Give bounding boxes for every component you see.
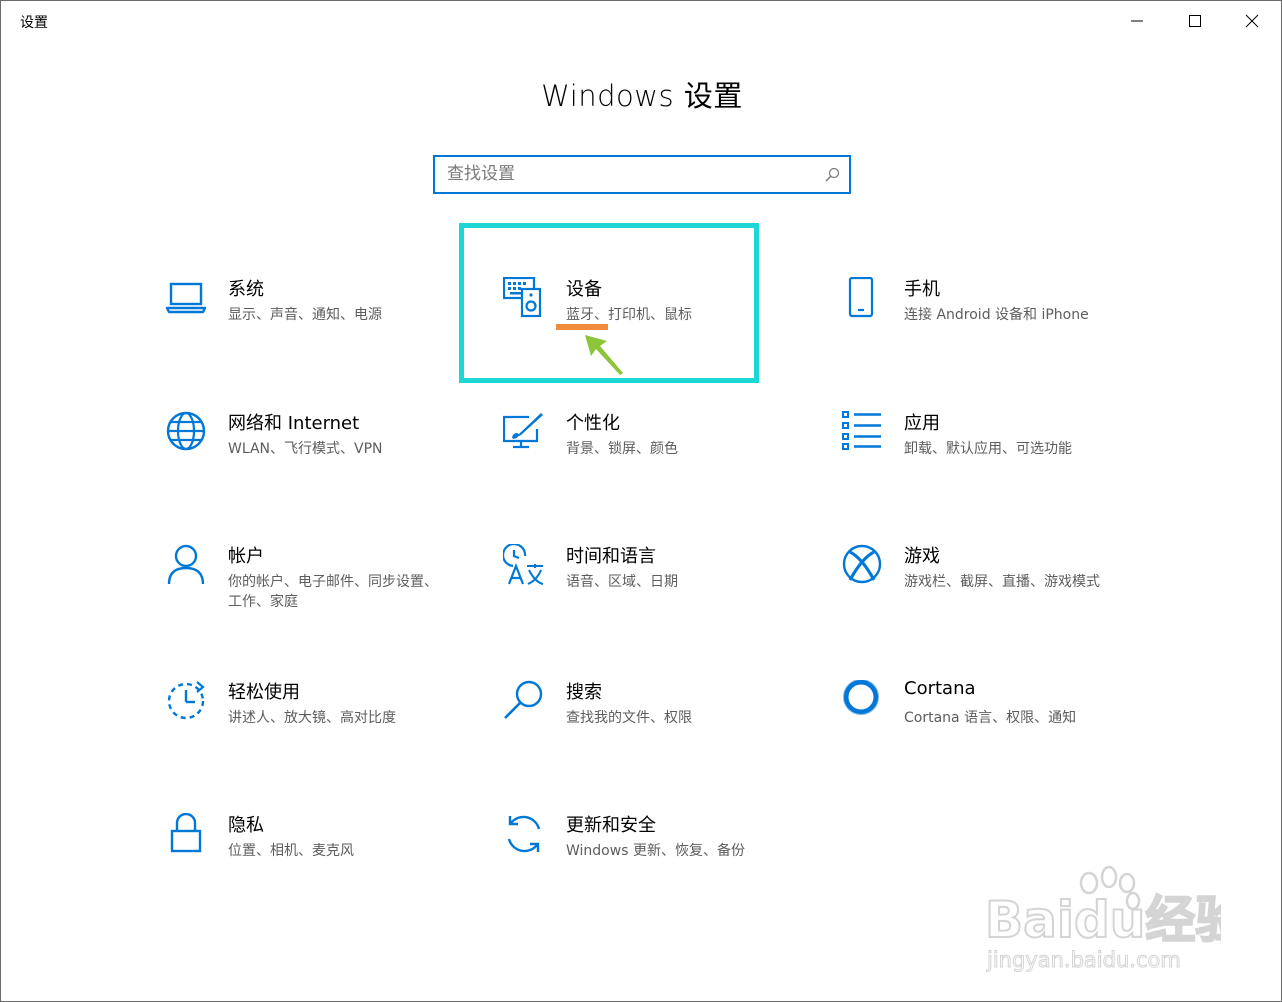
minimize-icon	[1131, 20, 1143, 22]
tile-network[interactable]: 网络和 Internet WLAN、飞行模式、VPN	[165, 411, 465, 511]
tile-description: Cortana 语言、权限、通知	[904, 710, 1077, 726]
tile-update-security[interactable]: 更新和安全 Windows 更新、恢复、备份	[503, 813, 803, 913]
tile-description: 查找我的文件、权限	[566, 710, 692, 726]
search-input[interactable]	[447, 161, 807, 187]
tile-title: 轻松使用	[228, 682, 300, 703]
tile-title: 应用	[904, 413, 940, 434]
laptop-icon	[165, 282, 207, 314]
title-bar[interactable]: 设置	[1, 1, 1281, 43]
tile-time-language[interactable]: 时间和语言 语音、区域、日期	[503, 544, 803, 644]
tile-phone[interactable]: 手机 连接 Android 设备和 iPhone	[841, 277, 1141, 377]
arrow-annotation-icon	[585, 335, 623, 375]
tile-ease-of-access[interactable]: 轻松使用 讲述人、放大镜、高对比度	[165, 680, 465, 780]
tile-description: 显示、声音、通知、电源	[228, 307, 382, 323]
tile-description: Windows 更新、恢复、备份	[566, 843, 745, 859]
tile-cortana[interactable]: Cortana Cortana 语言、权限、通知	[841, 678, 1141, 780]
tile-description: 背景、锁屏、颜色	[566, 441, 678, 457]
close-button[interactable]	[1224, 1, 1281, 43]
tile-title: Cortana	[904, 678, 976, 699]
tile-description: 位置、相机、麦克风	[228, 843, 354, 859]
tile-personalization[interactable]: 个性化 背景、锁屏、颜色	[503, 411, 803, 511]
tile-title: 时间和语言	[566, 546, 656, 567]
tile-description: 讲述人、放大镜、高对比度	[228, 710, 396, 726]
search-icon[interactable]	[824, 167, 840, 183]
cortana-circle-icon	[843, 680, 879, 715]
tile-title: 网络和 Internet	[228, 413, 360, 434]
tile-privacy[interactable]: 隐私 位置、相机、麦克风	[165, 813, 465, 913]
maximize-icon	[1189, 15, 1201, 27]
tile-description: WLAN、飞行模式、VPN	[228, 441, 383, 457]
tile-description: 语音、区域、日期	[566, 574, 678, 590]
page-title: Windows 设置	[541, 79, 743, 113]
personalization-icon	[503, 413, 543, 449]
ease-of-access-icon	[167, 681, 205, 720]
tile-title: 游戏	[904, 546, 940, 567]
svg-text:Baidu经验: Baidu经验	[985, 891, 1221, 949]
window-title: 设置	[20, 15, 48, 31]
sync-arrows-icon	[507, 815, 541, 853]
apps-list-icon	[842, 411, 881, 450]
search-box[interactable]	[433, 155, 851, 194]
tile-description: 你的帐户、电子邮件、同步设置、工作、家庭	[228, 574, 438, 610]
magnifier-icon	[504, 680, 543, 719]
tile-title: 搜索	[566, 682, 602, 703]
close-icon	[1245, 14, 1259, 28]
lock-icon	[170, 813, 202, 853]
tile-title: 手机	[904, 279, 940, 300]
person-icon	[167, 544, 205, 585]
tile-apps[interactable]: 应用 卸载、默认应用、可选功能	[841, 411, 1141, 511]
tile-accounts[interactable]: 帐户 你的帐户、电子邮件、同步设置、工作、家庭	[165, 544, 465, 644]
minimize-button[interactable]	[1109, 1, 1166, 43]
xbox-icon	[842, 544, 882, 584]
tile-title: 更新和安全	[566, 815, 656, 836]
settings-window: 设置 Windows 设置 系统 显示、声音、通知、电源	[0, 0, 1282, 1002]
phone-icon	[848, 277, 874, 318]
underline-annotation	[556, 324, 608, 330]
time-language-icon	[503, 544, 544, 585]
tile-title: 帐户	[228, 546, 264, 567]
tile-gaming[interactable]: 游戏 游戏栏、截屏、直播、游戏模式	[841, 544, 1141, 644]
maximize-button[interactable]	[1167, 1, 1224, 43]
tile-description: 游戏栏、截屏、直播、游戏模式	[904, 574, 1100, 590]
tile-description: 连接 Android 设备和 iPhone	[904, 307, 1089, 323]
tile-title: 系统	[228, 279, 264, 300]
tile-description: 卸载、默认应用、可选功能	[904, 441, 1072, 457]
baidu-watermark-logo: Baidu经验 jingyan.baidu.com	[984, 865, 1221, 973]
svg-text:jingyan.baidu.com: jingyan.baidu.com	[986, 948, 1181, 972]
tile-system[interactable]: 系统 显示、声音、通知、电源	[165, 277, 465, 377]
tile-title: 个性化	[566, 413, 620, 434]
globe-icon	[166, 411, 206, 451]
tile-title: 隐私	[228, 815, 264, 836]
tile-search[interactable]: 搜索 查找我的文件、权限	[503, 680, 803, 780]
